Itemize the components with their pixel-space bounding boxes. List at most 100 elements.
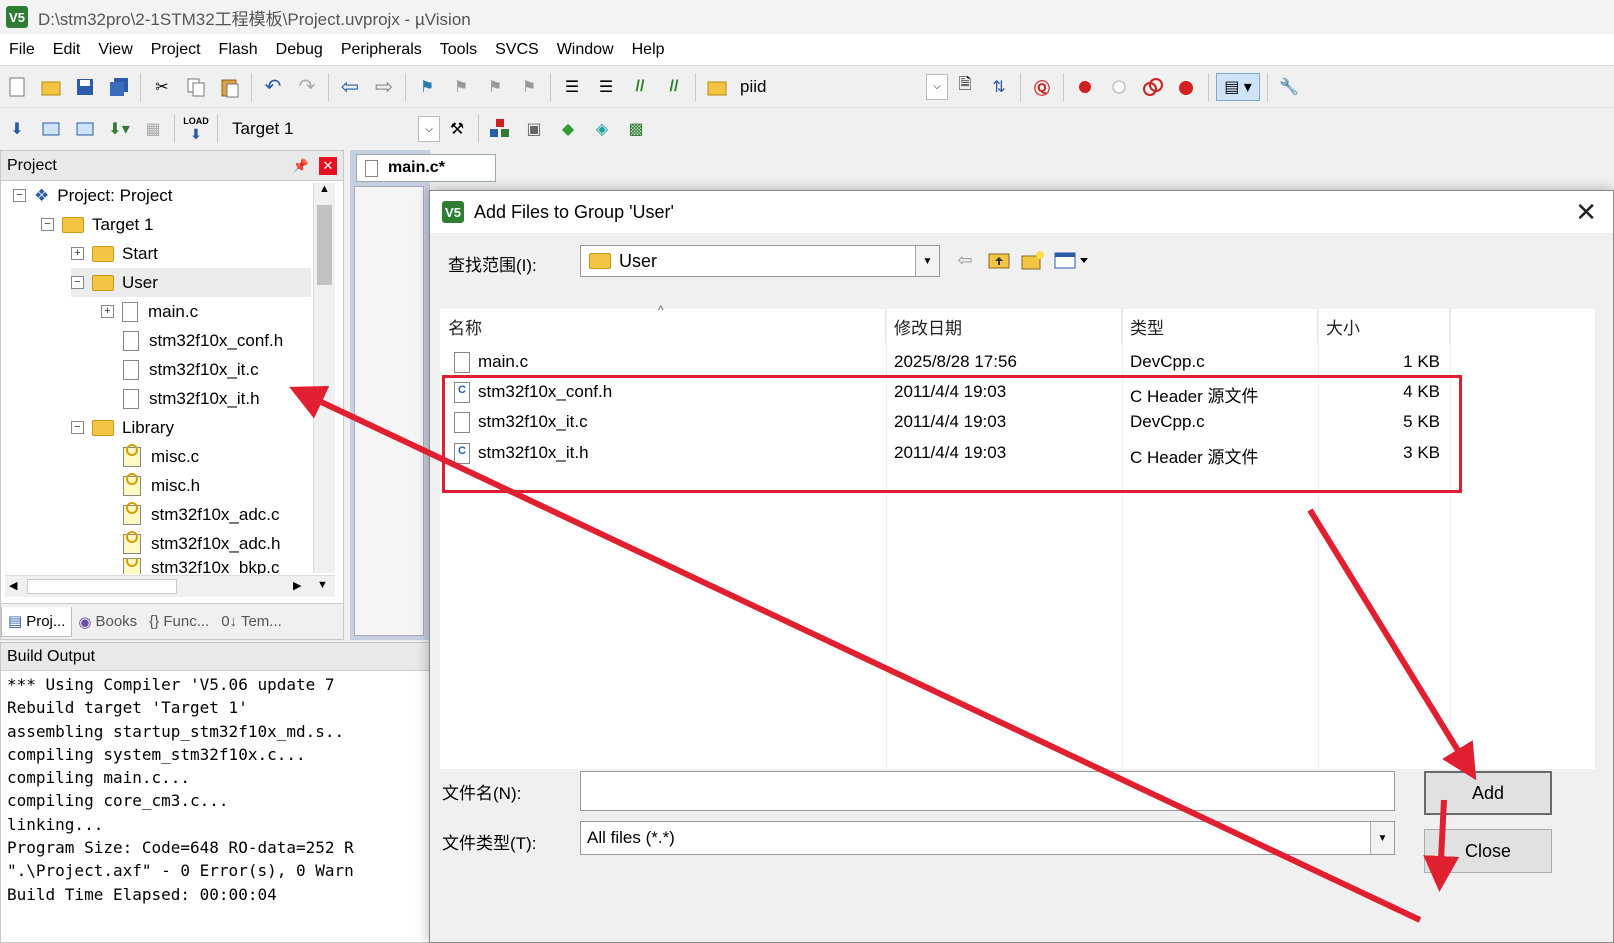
up-folder-icon[interactable] <box>984 245 1014 275</box>
tree-node-project[interactable]: − ❖ Project: Project <box>13 181 173 210</box>
clear-bookmarks-icon[interactable]: ⚑ <box>515 73 543 101</box>
indent-icon[interactable]: ☰ <box>558 73 586 101</box>
chevron-down-icon[interactable]: ▼ <box>915 246 939 276</box>
tree-node-file[interactable]: misc.c <box>123 442 199 471</box>
uncomment-icon[interactable]: // <box>660 73 688 101</box>
bookmark-icon[interactable]: ⚑ <box>413 73 441 101</box>
column-header-date[interactable]: 修改日期 <box>886 309 1122 343</box>
editor-tab-main-c[interactable]: main.c* <box>356 154 496 182</box>
kill-all-breakpoints-icon[interactable] <box>1173 73 1201 101</box>
expand-icon[interactable]: + <box>71 247 84 260</box>
menu-peripherals[interactable]: Peripherals <box>332 41 431 59</box>
navigate-forward-icon[interactable]: ⇨ <box>370 73 398 101</box>
column-header-size[interactable]: 大小 <box>1318 309 1450 343</box>
column-header-name[interactable]: 名称 <box>440 309 886 343</box>
file-type-select[interactable]: All files (*.*) ▼ <box>580 821 1395 855</box>
menu-help[interactable]: Help <box>623 41 674 59</box>
scroll-right-icon[interactable]: ▶ <box>293 579 301 592</box>
collapse-icon[interactable]: − <box>71 421 84 434</box>
tree-node-file[interactable]: + main.c <box>101 297 198 326</box>
tree-node-target[interactable]: − Target 1 <box>41 210 153 239</box>
find-combo-value[interactable]: piid <box>740 77 926 97</box>
scroll-up-icon[interactable]: ▲ <box>314 183 335 205</box>
tree-node-library-group[interactable]: − Library <box>71 413 174 442</box>
new-file-icon[interactable] <box>3 73 31 101</box>
target-dropdown[interactable]: ⌵ <box>418 116 440 142</box>
editor-pane[interactable] <box>354 186 424 636</box>
collapse-icon[interactable]: − <box>13 189 26 202</box>
undo-icon[interactable]: ↶ <box>259 73 287 101</box>
manage-rte-icon[interactable]: ◆ <box>554 115 582 143</box>
scroll-down-icon[interactable]: ▼ <box>317 579 328 591</box>
menu-file[interactable]: File <box>0 41 44 59</box>
save-icon[interactable] <box>71 73 99 101</box>
tree-node-file[interactable]: stm32f10x_bkp.c <box>123 558 280 574</box>
add-button[interactable]: Add <box>1424 771 1552 815</box>
look-in-select[interactable]: User ▼ <box>580 245 940 277</box>
file-list[interactable]: ^ 名称 修改日期 类型 大小 main.c 2025/8/28 17:56 D… <box>440 303 1595 769</box>
tree-node-file[interactable]: misc.h <box>123 471 200 500</box>
dialog-close-icon[interactable]: ✕ <box>1575 197 1597 228</box>
menu-svcs[interactable]: SVCS <box>486 41 548 59</box>
tree-node-file[interactable]: stm32f10x_conf.h <box>123 326 283 355</box>
menu-debug[interactable]: Debug <box>267 41 332 59</box>
project-vertical-scrollbar[interactable]: ▲ <box>313 183 335 573</box>
scroll-left-icon[interactable]: ◀ <box>9 579 17 592</box>
chevron-down-icon[interactable]: ▼ <box>1370 822 1394 854</box>
menu-edit[interactable]: Edit <box>44 41 90 59</box>
close-button[interactable]: Close <box>1424 829 1552 873</box>
open-folder-icon[interactable] <box>37 73 65 101</box>
configure-wrench-icon[interactable]: 🔧 <box>1275 73 1303 101</box>
copy-icon[interactable] <box>182 73 210 101</box>
menu-flash[interactable]: Flash <box>210 41 267 59</box>
tree-node-file[interactable]: stm32f10x_it.h <box>123 384 260 413</box>
disable-all-breakpoints-icon[interactable] <box>1139 73 1167 101</box>
incremental-find-icon[interactable]: ⇅ <box>985 73 1013 101</box>
scroll-thumb[interactable] <box>317 205 332 285</box>
target-options-icon[interactable]: ⚒ <box>443 115 471 143</box>
back-arrow-icon[interactable]: ⇦ <box>950 245 980 275</box>
redo-icon[interactable]: ↷ <box>293 73 321 101</box>
save-all-icon[interactable] <box>105 73 133 101</box>
project-panel-close-button[interactable]: ✕ <box>319 156 337 175</box>
navigate-back-icon[interactable]: ⇦ <box>336 73 364 101</box>
new-folder-icon[interactable] <box>1018 245 1048 275</box>
tab-books[interactable]: ◉ Books <box>72 613 143 631</box>
find-dropdown[interactable]: ⌵ <box>926 73 948 100</box>
prev-bookmark-icon[interactable]: ⚑ <box>447 73 475 101</box>
translate-icon[interactable]: ⬇ <box>3 115 31 143</box>
batch-build-icon[interactable]: ⬇▾ <box>105 115 133 143</box>
download-load-icon[interactable]: LOAD ⬇ <box>182 115 210 143</box>
scroll-thumb[interactable] <box>27 579 177 594</box>
tree-node-file[interactable]: stm32f10x_it.c <box>123 355 259 384</box>
pack-installer-icon[interactable]: ◈ <box>588 115 616 143</box>
tree-node-user-group[interactable]: − User <box>71 268 311 297</box>
stop-build-icon[interactable]: ▦ <box>139 115 167 143</box>
comment-icon[interactable]: // <box>626 73 654 101</box>
tree-node-file[interactable]: stm32f10x_adc.h <box>123 529 280 558</box>
menu-window[interactable]: Window <box>548 41 623 59</box>
file-name-input[interactable] <box>580 771 1395 811</box>
paste-icon[interactable] <box>216 73 244 101</box>
disable-breakpoint-icon[interactable] <box>1105 73 1133 101</box>
menu-tools[interactable]: Tools <box>431 41 486 59</box>
find-icon[interactable]: 🗎 <box>951 73 979 101</box>
build-icon[interactable] <box>37 115 65 143</box>
expand-icon[interactable]: + <box>101 305 114 318</box>
view-menu-icon[interactable] <box>1050 245 1094 275</box>
file-row[interactable]: main.c 2025/8/28 17:56 DevCpp.c 1 KB <box>440 347 1460 377</box>
menu-project[interactable]: Project <box>142 41 210 59</box>
column-header-type[interactable]: 类型 <box>1122 309 1318 343</box>
cut-icon[interactable]: ✂ <box>148 73 176 101</box>
rebuild-icon[interactable] <box>71 115 99 143</box>
tree-node-file[interactable]: stm32f10x_adc.c <box>123 500 280 529</box>
window-layout-icon[interactable]: ▤ ▾ <box>1216 72 1260 101</box>
find-in-files-icon[interactable] <box>703 73 731 101</box>
unindent-icon[interactable]: ☰ <box>592 73 620 101</box>
project-horizontal-scrollbar[interactable]: ◀ ▶ ▼ <box>5 575 335 597</box>
collapse-icon[interactable]: − <box>41 218 54 231</box>
collapse-icon[interactable]: − <box>71 276 84 289</box>
select-packs-icon[interactable]: ▣ <box>520 115 548 143</box>
next-bookmark-icon[interactable]: ⚑ <box>481 73 509 101</box>
pin-icon[interactable]: 📌 <box>293 158 309 174</box>
